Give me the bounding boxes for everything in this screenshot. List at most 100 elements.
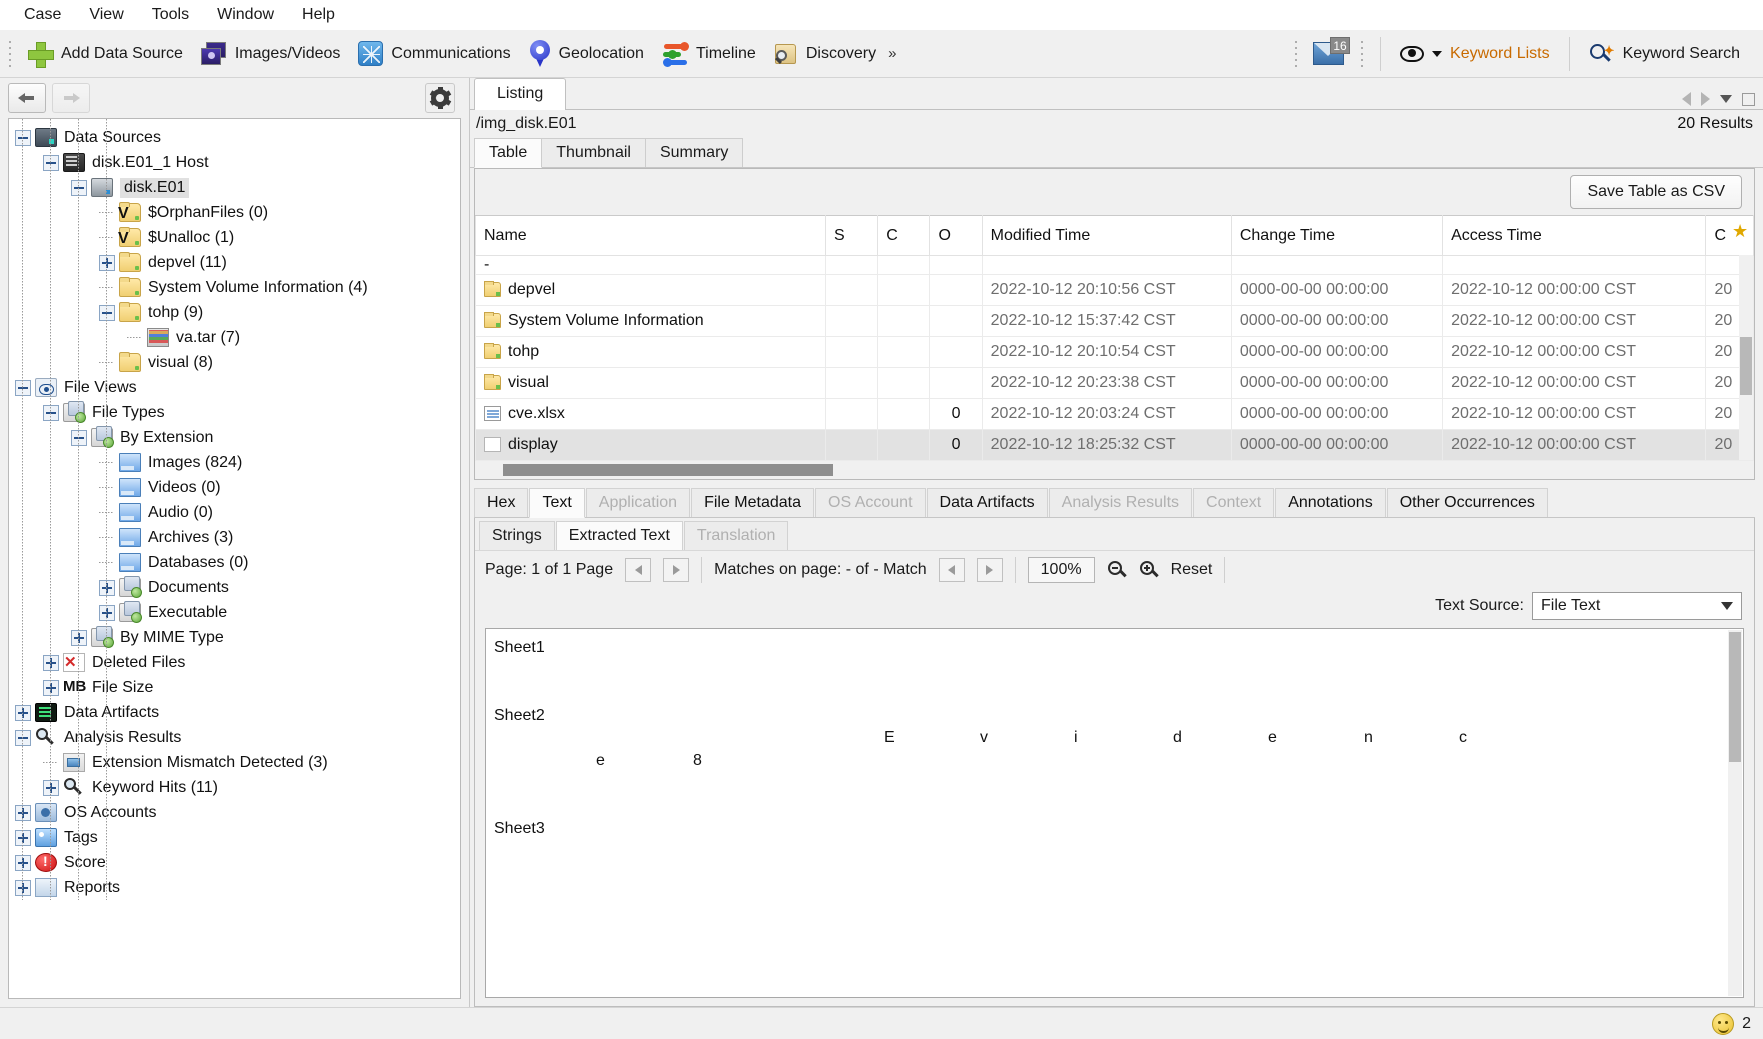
tree-expander-plus[interactable]: [43, 779, 59, 796]
navigation-tree[interactable]: Data Sources disk.E01_1 Host disk.E01 V $Orp…: [9, 119, 460, 900]
tree-item[interactable]: Executable: [9, 600, 460, 625]
maximize-pane-icon[interactable]: [1742, 92, 1755, 106]
tree-expander-minus[interactable]: [15, 129, 31, 146]
zoom-in-icon[interactable]: [1139, 560, 1159, 580]
tree-item[interactable]: V $Unalloc (1): [9, 225, 460, 250]
tree-item[interactable]: System Volume Information (4): [9, 275, 460, 300]
tree-item[interactable]: File Types: [9, 400, 460, 425]
tree-item[interactable]: Documents: [9, 575, 460, 600]
text-subtab-strings[interactable]: Strings: [479, 521, 555, 550]
tree-item[interactable]: Keyword Hits (11): [9, 775, 460, 800]
tab-table[interactable]: Table: [474, 138, 543, 168]
tree-item[interactable]: disk.E01_1 Host: [9, 150, 460, 175]
next-page-button[interactable]: [663, 557, 690, 582]
tree-item[interactable]: Deleted Files: [9, 650, 460, 675]
tree-expander-minus[interactable]: [71, 429, 87, 446]
images-videos-button[interactable]: Images/Videos: [192, 38, 350, 70]
menu-item-tools[interactable]: Tools: [138, 3, 203, 27]
scroll-tabs-left-icon[interactable]: [1682, 92, 1691, 106]
text-subtab-extracted-text[interactable]: Extracted Text: [555, 521, 683, 550]
table-vertical-scrollbar[interactable]: [1739, 255, 1753, 460]
star-column-icon[interactable]: ★: [1732, 221, 1752, 241]
tree-item[interactable]: tohp (9): [9, 300, 460, 325]
table-header-row[interactable]: Name S C O Modified Time Change Time Access Ti…: [474, 215, 1754, 256]
reset-button[interactable]: Reset: [1171, 561, 1213, 579]
tree-expander-plus[interactable]: [99, 254, 115, 271]
table-row[interactable]: cve.xlsx 0 2022-10-12 20:03:24 CST 0000-00-…: [474, 398, 1754, 430]
add-data-source-button[interactable]: Add Data Source: [18, 37, 192, 71]
tree-expander-minus[interactable]: [71, 179, 87, 196]
tree-item[interactable]: Archives (3): [9, 525, 460, 550]
text-source-select[interactable]: File Text: [1532, 592, 1742, 620]
results-table[interactable]: Name S C O Modified Time Change Time Access Ti…: [474, 215, 1754, 461]
scroll-tabs-right-icon[interactable]: [1701, 92, 1710, 106]
communications-button[interactable]: Communications: [349, 37, 519, 70]
tree-item[interactable]: By MIME Type: [9, 625, 460, 650]
menu-item-case[interactable]: Case: [10, 3, 75, 27]
tree-item[interactable]: Videos (0): [9, 475, 460, 500]
tree-item[interactable]: OS Accounts: [9, 800, 460, 825]
tree-expander-plus[interactable]: [15, 804, 31, 821]
text-vertical-scrollbar[interactable]: [1728, 630, 1742, 996]
table-column-header[interactable]: Name: [474, 215, 827, 256]
tree-item[interactable]: Tags: [9, 825, 460, 850]
viewer-tab-file-metadata[interactable]: File Metadata: [691, 488, 815, 517]
forward-button[interactable]: [52, 83, 90, 113]
tree-expander-plus[interactable]: [15, 829, 31, 846]
menu-item-window[interactable]: Window: [203, 3, 288, 27]
table-column-header[interactable]: Modified Time: [981, 215, 1232, 256]
content-viewer-tabs[interactable]: Hex Text Application File Metadata OS Accoun…: [474, 488, 1755, 518]
tree-expander-minus[interactable]: [43, 404, 59, 421]
smiley-icon[interactable]: [1712, 1012, 1735, 1035]
table-column-header[interactable]: Access Time: [1442, 215, 1707, 256]
tree-item[interactable]: Images (824): [9, 450, 460, 475]
tree-expander-plus[interactable]: [71, 629, 87, 646]
table-row[interactable]: display 0 2022-10-12 18:25:32 CST 0000-00-0…: [474, 429, 1754, 461]
tree-expander-minus[interactable]: [15, 379, 31, 396]
viewer-tab-other-occurrences[interactable]: Other Occurrences: [1386, 488, 1548, 517]
tree-item[interactable]: Data Artifacts: [9, 700, 460, 725]
tree-item[interactable]: MB File Size: [9, 675, 460, 700]
table-row[interactable]: tohp 2022-10-12 20:10:54 CST 0000-00-00 00…: [474, 336, 1754, 368]
tree-item[interactable]: V $OrphanFiles (0): [9, 200, 460, 225]
keyword-search-button[interactable]: ✦ Keyword Search: [1580, 39, 1749, 69]
table-horizontal-scrollbar[interactable]: [475, 461, 1754, 479]
table-row[interactable]: depvel 2022-10-12 20:10:56 CST 0000-00-00 …: [474, 274, 1754, 306]
tree-item[interactable]: Databases (0): [9, 550, 460, 575]
tree-expander-plus[interactable]: [99, 579, 115, 596]
tree-expander-plus[interactable]: [15, 704, 31, 721]
tree-expander-plus[interactable]: [43, 654, 59, 671]
timeline-button[interactable]: Timeline: [653, 37, 765, 71]
zoom-out-icon[interactable]: [1107, 560, 1127, 580]
save-table-as-csv-button[interactable]: Save Table as CSV: [1570, 175, 1742, 209]
geolocation-button[interactable]: Geolocation: [520, 36, 653, 72]
tree-item[interactable]: Score: [9, 850, 460, 875]
tree-item[interactable]: Extension Mismatch Detected (3): [9, 750, 460, 775]
tree-settings-button[interactable]: [425, 83, 455, 113]
tree-item[interactable]: Reports: [9, 875, 460, 900]
table-column-header[interactable]: O: [929, 215, 983, 256]
menu-item-view[interactable]: View: [75, 3, 137, 27]
extracted-text-area[interactable]: Sheet1 Sheet2 Ev i d e n c e 8 Sheet3: [485, 628, 1744, 998]
table-row[interactable]: System Volume Information 2022-10-12 15:3…: [474, 305, 1754, 337]
toolbar-grip-2[interactable]: [1292, 36, 1301, 71]
tab-listing[interactable]: Listing: [474, 78, 567, 110]
table-column-header[interactable]: C: [877, 215, 931, 256]
tab-list-dropdown-icon[interactable]: [1720, 95, 1732, 103]
next-match-button[interactable]: [976, 557, 1003, 582]
tree-item[interactable]: Analysis Results: [9, 725, 460, 750]
text-viewer-subtabs[interactable]: Strings Extracted Text Translation: [475, 518, 1754, 550]
tree-item[interactable]: Data Sources: [9, 125, 460, 150]
table-column-header[interactable]: Change Time: [1230, 215, 1444, 256]
tree-expander-minus[interactable]: [15, 729, 31, 746]
tree-item[interactable]: visual (8): [9, 350, 460, 375]
back-button[interactable]: [8, 83, 46, 113]
zoom-level-display[interactable]: 100%: [1027, 556, 1095, 583]
toolbar-grip-3[interactable]: [1358, 36, 1367, 71]
tree-item[interactable]: File Views: [9, 375, 460, 400]
tab-summary[interactable]: Summary: [644, 138, 744, 167]
tree-item[interactable]: disk.E01: [9, 175, 460, 200]
tree-item[interactable]: By Extension: [9, 425, 460, 450]
menu-item-help[interactable]: Help: [288, 3, 349, 27]
tree-expander-minus[interactable]: [99, 304, 115, 321]
